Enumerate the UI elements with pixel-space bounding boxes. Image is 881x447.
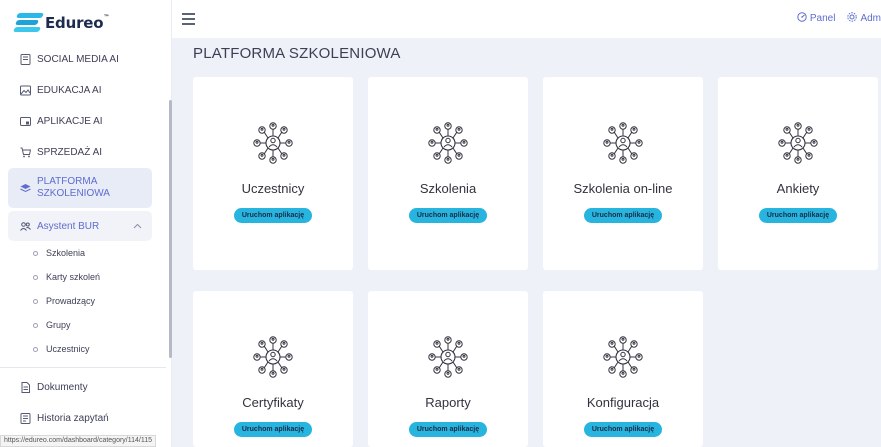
card-title: Uczestnicy xyxy=(241,181,305,196)
image-icon xyxy=(19,85,31,97)
launch-app-button[interactable]: Uruchom aplikację xyxy=(233,422,313,437)
people-network-icon xyxy=(428,336,468,378)
sidebar-subitem-prowadzacy[interactable]: Prowadzący xyxy=(0,289,166,313)
sidebar-group-label: Asystent BUR xyxy=(37,220,100,232)
bullet-icon xyxy=(33,250,38,256)
sidebar-subitem-label: Karty szkoleń xyxy=(46,272,101,282)
app-card-uczestnicy: Uczestnicy Uruchom aplikację xyxy=(193,77,353,270)
bullet-icon xyxy=(33,322,38,328)
sidebar-subitem-grupy[interactable]: Grupy xyxy=(0,313,166,337)
card-title: Konfiguracja xyxy=(586,395,660,410)
app-card-raporty: Raporty Uruchom aplikację xyxy=(368,291,528,447)
card-title: Certyfikaty xyxy=(242,395,304,410)
card-title: Szkolenia xyxy=(419,181,477,196)
launch-app-button[interactable]: Uruchom aplikację xyxy=(408,208,488,223)
people-network-icon xyxy=(253,336,293,378)
card-title: Ankiety xyxy=(776,181,820,196)
sidebar-item-social-media-ai[interactable]: SOCIAL MEDIA AI xyxy=(0,44,166,75)
app-card-certyfikaty: Certyfikaty Uruchom aplikację xyxy=(193,291,353,447)
card-title: Raporty xyxy=(425,395,471,410)
topbar-links: Panel Adm xyxy=(785,12,881,25)
logo-mark-icon xyxy=(12,12,45,34)
sidebar-subitem-uczestnicy[interactable]: Uczestnicy xyxy=(0,337,166,361)
menu-toggle-icon[interactable] xyxy=(182,13,195,25)
sidebar-subitem-label: Szkolenia xyxy=(46,248,86,258)
sidebar-item-dokumenty[interactable]: Dokumenty xyxy=(0,372,166,403)
label-line-1: PLATFORMA xyxy=(37,176,98,187)
card-title: Szkolenia on-line xyxy=(573,181,673,196)
sidebar: Edureo™ SOCIAL MEDIA AI EDUKACJA AI APLI… xyxy=(0,0,172,447)
sidebar-item-edukacja-ai[interactable]: EDUKACJA AI xyxy=(0,75,166,106)
people-network-icon xyxy=(603,122,643,164)
sidebar-item-label: EDUKACJA AI xyxy=(37,85,102,96)
sidebar-item-label: APLIKACJE AI xyxy=(37,116,103,127)
dashboard-icon xyxy=(797,12,807,25)
people-network-icon xyxy=(253,122,293,164)
page-title: PLATFORMA SZKOLENIOWA xyxy=(193,45,401,62)
sidebar-subitem-label: Uczestnicy xyxy=(46,344,90,354)
people-network-icon xyxy=(428,122,468,164)
sidebar-item-label: Historia zapytań xyxy=(37,413,109,424)
sidebar-item-label: SOCIAL MEDIA AI xyxy=(37,54,119,65)
sidebar-scrollbar[interactable] xyxy=(169,100,172,358)
sidebar-item-aplikacje-ai[interactable]: APLIKACJE AI xyxy=(0,106,166,137)
logo-text: Edureo™ xyxy=(45,14,110,32)
launch-app-button[interactable]: Uruchom aplikację xyxy=(233,208,313,223)
launch-app-button[interactable]: Uruchom aplikację xyxy=(758,208,838,223)
document-icon xyxy=(19,382,31,394)
launch-app-button[interactable]: Uruchom aplikację xyxy=(583,208,663,223)
people-network-icon xyxy=(778,122,818,164)
history-icon xyxy=(19,413,31,425)
sidebar-nav: SOCIAL MEDIA AI EDUKACJA AI APLIKACJE AI… xyxy=(0,44,166,434)
admin-link-label: Adm xyxy=(860,13,881,24)
chevron-up-icon xyxy=(133,221,142,232)
bullet-icon xyxy=(33,298,38,304)
document-icon xyxy=(19,54,31,66)
bullet-icon xyxy=(33,274,38,280)
app-card-konfiguracja: Konfiguracja Uruchom aplikację xyxy=(543,291,703,447)
users-icon xyxy=(19,220,31,232)
layers-icon xyxy=(19,182,31,194)
logo[interactable]: Edureo™ xyxy=(12,8,110,38)
label-line-2: SZKOLENIOWA xyxy=(37,188,110,199)
gear-icon xyxy=(847,12,858,25)
cart-icon xyxy=(19,147,31,159)
panel-link[interactable]: Panel xyxy=(797,12,836,25)
app-card-szkolenia-online: Szkolenia on-line Uruchom aplikację xyxy=(543,77,703,270)
sidebar-item-platforma-szkoleniowa[interactable]: PLATFORMA SZKOLENIOWA xyxy=(8,168,152,208)
people-network-icon xyxy=(603,336,643,378)
sidebar-subitem-karty-szkolen[interactable]: Karty szkoleń xyxy=(0,265,166,289)
sidebar-subitem-label: Prowadzący xyxy=(46,296,96,306)
sidebar-item-sprzedaz-ai[interactable]: SPRZEDAŻ AI xyxy=(0,137,166,168)
sidebar-item-historia-zapytan[interactable]: Historia zapytań xyxy=(0,403,166,434)
app-icon xyxy=(19,116,31,128)
sidebar-item-label: SPRZEDAŻ AI xyxy=(37,147,103,158)
topbar: Panel Adm xyxy=(172,0,881,38)
launch-app-button[interactable]: Uruchom aplikację xyxy=(408,422,488,437)
sidebar-group-asystent-bur[interactable]: Asystent BUR xyxy=(8,211,152,241)
sidebar-divider xyxy=(0,367,166,368)
bullet-icon xyxy=(33,346,38,352)
sidebar-item-label: Dokumenty xyxy=(37,382,88,393)
sidebar-item-label: PLATFORMA SZKOLENIOWA xyxy=(37,176,110,200)
admin-link[interactable]: Adm xyxy=(847,12,881,25)
app-card-szkolenia: Szkolenia Uruchom aplikację xyxy=(368,77,528,270)
panel-link-label: Panel xyxy=(809,13,836,24)
status-url: https://edureo.com/dashboard/category/11… xyxy=(0,435,157,447)
app-card-ankiety: Ankiety Uruchom aplikację xyxy=(718,77,878,270)
sidebar-subitem-label: Grupy xyxy=(46,320,71,330)
launch-app-button[interactable]: Uruchom aplikację xyxy=(583,422,663,437)
sidebar-subitem-szkolenia[interactable]: Szkolenia xyxy=(0,241,166,265)
